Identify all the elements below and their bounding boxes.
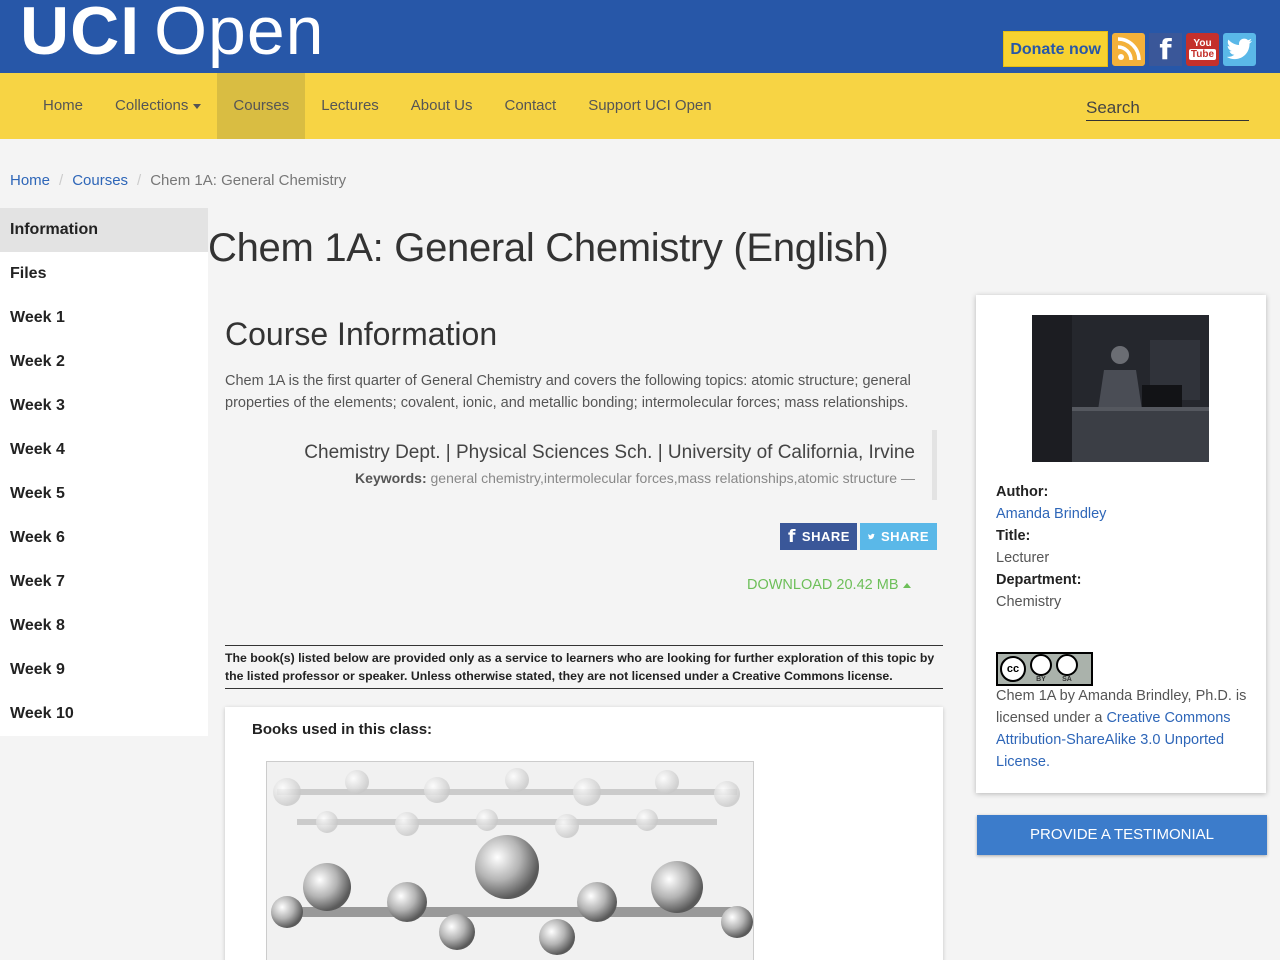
sidebar-item-week-1[interactable]: Week 1 [0,296,208,340]
keywords-value: general chemistry,intermolecular forces,… [430,470,915,486]
page-title: Chem 1A: General Chemistry (English) [208,226,889,270]
book-cover-image[interactable] [266,761,754,960]
youtube-you: You [1193,38,1212,49]
sidebar-item-week-6[interactable]: Week 6 [0,516,208,560]
keywords-line: Keywords: general chemistry,intermolecul… [300,470,915,486]
twitter-share-label: SHARE [880,529,929,544]
donate-button[interactable]: Donate now [1003,31,1108,67]
logo-uci: UCI [20,0,141,69]
nav-collections-label: Collections [115,97,189,114]
cc-icon: cc [1000,656,1026,682]
books-title: Books used in this class: [252,721,433,738]
twitter-bird-glyph [1226,38,1252,60]
facebook-share-button[interactable]: f SHARE [780,523,857,550]
author-photo[interactable] [1032,315,1209,462]
share-buttons: f SHARE SHARE [780,523,937,550]
twitter-icon [868,533,875,540]
chevron-up-icon [902,582,911,588]
youtube-tube: Tube [1188,49,1217,60]
nav-home[interactable]: Home [27,73,99,139]
cc-by-label: BY [1036,676,1046,683]
molecule-illustration [271,768,753,955]
facebook-share-label: SHARE [801,529,850,544]
books-disclaimer: The book(s) listed below are provided on… [225,645,943,689]
facebook-icon[interactable]: f [1149,32,1182,66]
nav-collections[interactable]: Collections [99,73,217,139]
license-text: Chem 1A by Amanda Brindley, Ph.D. is lic… [996,685,1251,773]
twitter-share-button[interactable]: SHARE [860,523,937,550]
department-value: Chemistry [996,594,1062,610]
sidebar-item-week-7[interactable]: Week 7 [0,560,208,604]
author-label: Author: [996,484,1049,500]
course-sidebar: Information Files Week 1 Week 2 Week 3 W… [0,208,208,736]
author-card: Author: Amanda Brindley Title: Lecturer … [976,295,1266,793]
chevron-down-icon [193,103,202,109]
creative-commons-badge[interactable]: cc BY SA [996,652,1093,686]
header-actions: Donate now f You Tube [1003,31,1256,67]
logo-open: Open [154,0,325,69]
department-line: Chemistry Dept. | Physical Sciences Sch.… [304,442,915,463]
title-label: Title: [996,528,1031,544]
site-header: UCI Open Donate now f You Tube [0,0,1280,73]
cc-sa-label: SA [1062,676,1072,683]
nav-support[interactable]: Support UCI Open [572,73,727,139]
rss-icon[interactable] [1112,32,1145,66]
department-label: Department: [996,572,1082,588]
facebook-icon: f [788,526,796,547]
cc-by-group: BY [1030,654,1052,684]
sidebar-item-files[interactable]: Files [0,252,208,296]
title-value: Lecturer [996,550,1050,566]
breadcrumb-separator: / [137,172,142,189]
breadcrumb-courses[interactable]: Courses [72,172,128,189]
search-input[interactable] [1086,95,1249,121]
uci-open-logo[interactable]: UCI Open [20,0,324,76]
cc-sa-group: SA [1056,654,1078,684]
sidebar-item-week-9[interactable]: Week 9 [0,648,208,692]
rss-glyph [1117,37,1141,61]
sidebar-item-information[interactable]: Information [0,208,208,252]
twitter-icon[interactable] [1223,32,1256,66]
sidebar-item-week-10[interactable]: Week 10 [0,692,208,736]
sidebar-item-week-4[interactable]: Week 4 [0,428,208,472]
provide-testimonial-button[interactable]: PROVIDE A TESTIMONIAL [977,815,1267,855]
nav-contact[interactable]: Contact [489,73,573,139]
section-title: Course Information [225,316,498,352]
course-meta: Chemistry Dept. | Physical Sciences Sch.… [300,430,937,500]
author-details: Author: Amanda Brindley Title: Lecturer … [996,481,1246,613]
share-alike-icon [1056,654,1078,676]
author-name-link[interactable]: Amanda Brindley [996,503,1246,525]
nav-courses[interactable]: Courses [217,73,306,139]
sidebar-item-week-8[interactable]: Week 8 [0,604,208,648]
sidebar-item-week-3[interactable]: Week 3 [0,384,208,428]
books-card: Books used in this class: [225,707,943,960]
download-label: DOWNLOAD 20.42 MB [747,577,899,593]
breadcrumb: Home / Courses / Chem 1A: General Chemistry [10,172,346,189]
sidebar-item-week-2[interactable]: Week 2 [0,340,208,384]
breadcrumb-current: Chem 1A: General Chemistry [150,172,347,189]
nav-about-us[interactable]: About Us [395,73,489,139]
attribution-icon [1030,654,1052,676]
course-description: Chem 1A is the first quarter of General … [225,373,911,411]
sidebar-item-week-5[interactable]: Week 5 [0,472,208,516]
breadcrumb-home[interactable]: Home [10,172,50,189]
nav-lectures[interactable]: Lectures [305,73,395,139]
download-link[interactable]: DOWNLOAD 20.42 MB [747,577,911,593]
lecture-photo [1032,315,1209,462]
keywords-label: Keywords: [355,470,427,486]
nav-items: Home Collections Courses Lectures About … [27,73,728,139]
breadcrumb-separator: / [59,172,64,189]
youtube-icon[interactable]: You Tube [1186,32,1219,66]
